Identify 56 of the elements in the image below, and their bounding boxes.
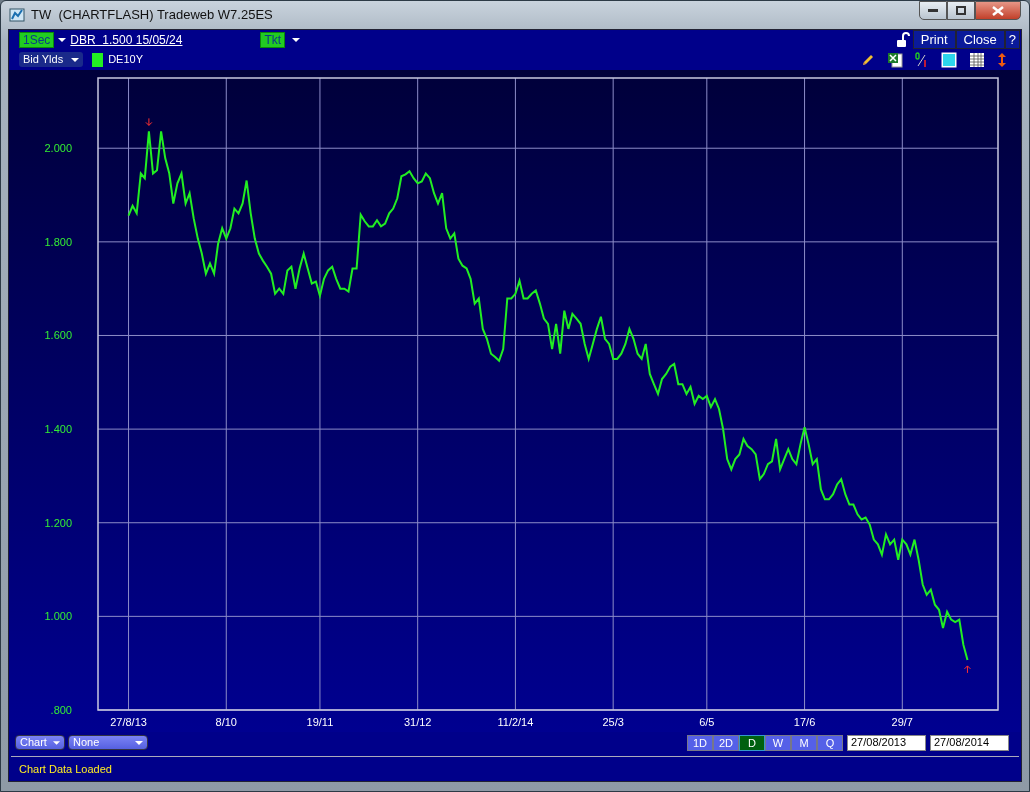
y-axis-label: 1.800 [44, 235, 72, 248]
y-axis-label: 1.000 [44, 609, 72, 622]
close-window-button[interactable] [975, 1, 1021, 20]
chart-type-dropdown[interactable]: Chart [15, 735, 65, 750]
period-button[interactable]: 1D [687, 734, 713, 751]
caret-icon [52, 739, 60, 746]
period-button[interactable]: D [739, 734, 765, 751]
status-message: Chart Data Loaded [11, 755, 1019, 781]
x-axis-label: 6/5 [699, 715, 715, 728]
period-button[interactable]: 2D [713, 734, 739, 751]
close-icon [992, 5, 1004, 16]
instrument-link[interactable]: DBR 1.500 15/05/24 [70, 30, 183, 49]
y-axis-label: 1.200 [44, 516, 72, 529]
y-axis-label: 1.400 [44, 422, 72, 435]
y-axis-label: 1.600 [44, 329, 72, 341]
maximize-button[interactable] [947, 1, 975, 20]
series-dropdown[interactable]: Bid Ylds [19, 52, 84, 67]
low-marker-icon [963, 664, 971, 673]
app-icon [9, 6, 25, 23]
end-date-field[interactable]: 27/08/2014 [930, 734, 1009, 751]
start-date-field[interactable]: 27/08/2013 [847, 734, 926, 751]
x-axis-label: 31/12 [403, 715, 432, 728]
overlay-dropdown[interactable]: None [68, 735, 148, 750]
period-button[interactable]: M [791, 734, 817, 751]
minimize-icon [928, 8, 938, 13]
x-axis-label: 8/10 [215, 715, 237, 728]
vertical-arrows-icon[interactable] [997, 51, 1007, 68]
spreadsheet-icon[interactable] [887, 51, 903, 68]
high-marker-icon [145, 117, 153, 126]
caret-icon[interactable] [58, 36, 67, 43]
padlock-icon[interactable] [895, 31, 910, 48]
color-square-icon[interactable] [941, 51, 957, 68]
x-axis-label: 25/3 [602, 715, 624, 728]
caret-icon[interactable] [292, 36, 301, 43]
x-axis-label: 17/6 [793, 715, 816, 728]
fraction-icon[interactable] [915, 51, 929, 68]
period-button[interactable]: Q [817, 734, 843, 751]
period-button[interactable]: W [765, 734, 791, 751]
close-button[interactable]: Close [955, 30, 1005, 49]
legend-label: DE10Y [108, 52, 143, 68]
grid-icon[interactable] [969, 51, 985, 68]
minimize-button[interactable] [919, 1, 947, 20]
y-axis-label: 2.000 [44, 141, 72, 154]
print-button[interactable]: Print [912, 30, 956, 49]
caret-icon [135, 739, 143, 746]
x-axis-label: 19/11 [306, 715, 334, 728]
window-title: TW (CHARTFLASH) Tradeweb W7.25ES [31, 6, 273, 24]
x-axis-label: 11/2/14 [497, 715, 534, 728]
caret-icon [71, 56, 80, 63]
pencil-icon[interactable] [861, 52, 875, 67]
maximize-icon [956, 6, 966, 15]
ticket-button[interactable]: Tkt [260, 31, 286, 48]
interval-selector[interactable]: 1Sec [19, 31, 55, 48]
y-axis-label: .800 [50, 703, 72, 716]
x-axis-label: 27/8/13 [110, 715, 147, 728]
x-axis-label: 29/7 [891, 715, 913, 728]
